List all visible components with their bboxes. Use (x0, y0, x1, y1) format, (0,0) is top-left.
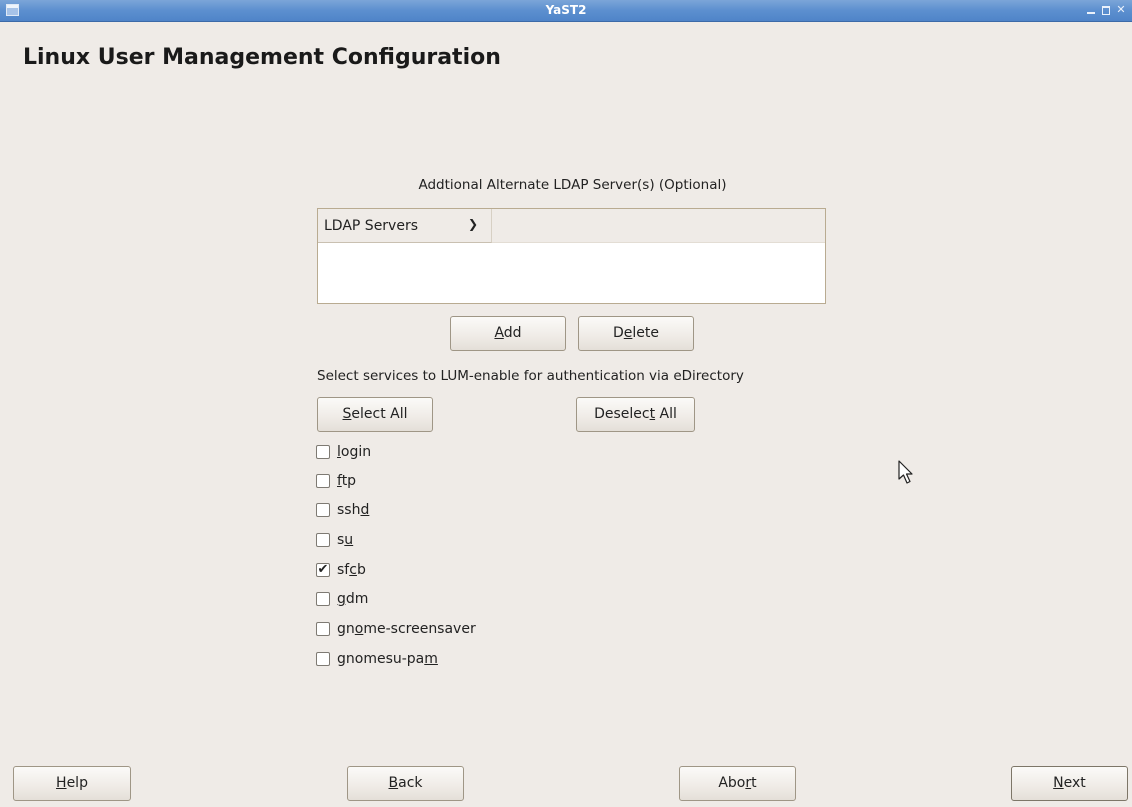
checkbox-box[interactable] (316, 622, 330, 636)
close-icon[interactable]: ✕ (1114, 3, 1128, 17)
mouse-pointer-icon (898, 460, 913, 484)
checkbox-box[interactable] (316, 592, 330, 606)
service-checkbox-login[interactable]: login (316, 441, 371, 463)
checkbox-box[interactable] (316, 445, 330, 459)
service-checkbox-ftp[interactable]: ftp (316, 470, 356, 492)
help-button[interactable]: Help (13, 766, 131, 801)
column-header-label: LDAP Servers (324, 218, 419, 234)
checkbox-label: gnomesu-pam (337, 651, 438, 667)
services-caption: Select services to LUM-enable for authen… (317, 368, 744, 384)
maximize-icon[interactable] (1099, 3, 1113, 17)
back-button[interactable]: Back (347, 766, 464, 801)
select-all-button[interactable]: Select All (317, 397, 433, 432)
ldap-servers-caption: Addtional Alternate LDAP Server(s) (Opti… (418, 177, 727, 193)
service-checkbox-sfcb[interactable]: ✔ sfcb (316, 559, 366, 581)
checkbox-box[interactable] (316, 533, 330, 547)
table-header-row: LDAP Servers ❯ (318, 209, 825, 243)
checkbox-label: login (337, 444, 372, 460)
chevron-down-icon: ❯ (468, 217, 479, 231)
checkbox-label: sfcb (337, 562, 366, 578)
service-checkbox-gnome-screensaver[interactable]: gnome-screensaver (316, 618, 476, 640)
delete-button[interactable]: Delete (578, 316, 694, 351)
checkbox-box[interactable] (316, 652, 330, 666)
checkbox-label: ftp (337, 473, 357, 489)
window-titlebar: YaST2 ✕ (0, 0, 1132, 22)
ldap-servers-table[interactable]: LDAP Servers ❯ (317, 208, 826, 304)
checkbox-box[interactable] (316, 503, 330, 517)
window-title: YaST2 (545, 3, 587, 17)
checkbox-label: gnome-screensaver (337, 621, 476, 637)
checkbox-box[interactable] (316, 474, 330, 488)
service-checkbox-gnomesu-pam[interactable]: gnomesu-pam (316, 648, 438, 670)
add-button[interactable]: Add (450, 316, 566, 351)
abort-button[interactable]: Abort (679, 766, 796, 801)
next-button[interactable]: Next (1011, 766, 1128, 801)
service-checkbox-sshd[interactable]: sshd (316, 499, 369, 521)
ldap-servers-column-header[interactable]: LDAP Servers ❯ (318, 209, 492, 243)
page-title: Linux User Management Configuration (23, 45, 501, 70)
check-mark-icon: ✔ (317, 562, 329, 577)
deselect-all-button[interactable]: Deselect All (576, 397, 695, 432)
checkbox-box-checked[interactable]: ✔ (316, 563, 330, 577)
checkbox-label: gdm (337, 591, 369, 607)
checkbox-label: su (337, 532, 354, 548)
checkbox-label: sshd (337, 502, 370, 518)
service-checkbox-su[interactable]: su (316, 529, 353, 551)
minimize-icon[interactable] (1084, 3, 1098, 17)
service-checkbox-gdm[interactable]: gdm (316, 588, 368, 610)
